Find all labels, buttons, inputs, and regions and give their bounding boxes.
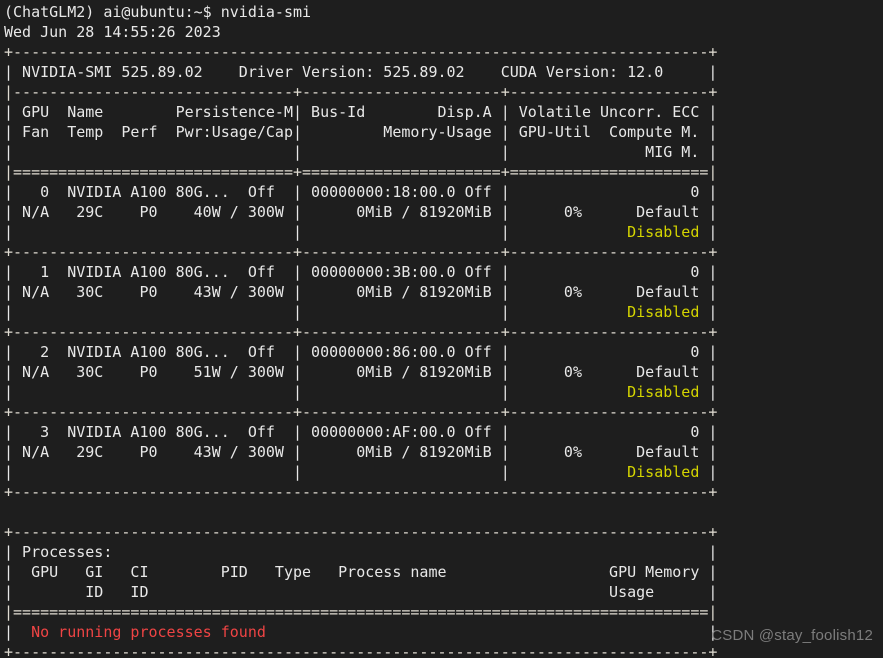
gpu-row-3-mig-suffix: |: [699, 463, 718, 481]
gpu-separator-1: +-------------------------------+-------…: [4, 323, 718, 341]
gpu-row-0-mig-prefix: | | |: [4, 223, 628, 241]
gpu-row-3-mig-status: Disabled: [627, 463, 700, 481]
gpu-row-1-line2: | N/A 30C P0 43W / 300W | 0MiB / 81920Mi…: [4, 283, 718, 301]
smi-header-mid-rule: |-------------------------------+-------…: [4, 83, 718, 101]
gpu-row-3-line1: | 3 NVIDIA A100 80G... Off | 00000000:AF…: [4, 423, 718, 441]
gpu-row-3-line3: | | | Disabled |: [4, 462, 883, 482]
gpu-row-2-line1: | 2 NVIDIA A100 80G... Off | 00000000:86…: [4, 343, 718, 361]
processes-empty-message: No running processes found: [31, 623, 266, 641]
smi-table-top-rule: +---------------------------------------…: [4, 43, 718, 61]
gpu-row-0-line3: | | | Disabled |: [4, 222, 883, 242]
processes-double-rule: |=======================================…: [4, 603, 718, 621]
gpu-separator-2: +-------------------------------+-------…: [4, 403, 718, 421]
gpu-row-3-mig-prefix: | | |: [4, 463, 628, 481]
gpu-row-3-line2: | N/A 29C P0 43W / 300W | 0MiB / 81920Mi…: [4, 443, 718, 461]
smi-column-header-row2: | Fan Temp Perf Pwr:Usage/Cap| Memory-Us…: [4, 123, 718, 141]
processes-table-bottom-rule: +---------------------------------------…: [4, 643, 718, 658]
gpu-row-1-line3: | | | Disabled |: [4, 302, 883, 322]
gpu-row-1-mig-suffix: |: [699, 303, 718, 321]
smi-header-double-rule: |===============================+=======…: [4, 163, 718, 181]
gpu-row-2-mig-status: Disabled: [627, 383, 700, 401]
shell-prompt-line: (ChatGLM2) ai@ubuntu:~$ nvidia-smi: [4, 3, 312, 21]
gpu-row-2-mig-prefix: | | |: [4, 383, 628, 401]
smi-column-header-row1: | GPU Name Persistence-M| Bus-Id Disp.A …: [4, 103, 718, 121]
gpu-row-2-mig-suffix: |: [699, 383, 718, 401]
processes-header-row2: | ID ID Usage |: [4, 583, 718, 601]
gpu-row-0-line2: | N/A 29C P0 40W / 300W | 0MiB / 81920Mi…: [4, 203, 718, 221]
smi-column-header-row3: | | | MIG M. |: [4, 143, 718, 161]
gpu-row-0-line1: | 0 NVIDIA A100 80G... Off | 00000000:18…: [4, 183, 718, 201]
processes-empty-row: | No running processes found |: [4, 622, 883, 642]
gpu-row-0-mig-suffix: |: [699, 223, 718, 241]
terminal-window: (ChatGLM2) ai@ubuntu:~$ nvidia-smi Wed J…: [0, 0, 883, 658]
gpu-row-2-line2: | N/A 30C P0 51W / 300W | 0MiB / 81920Mi…: [4, 363, 718, 381]
timestamp-line: Wed Jun 28 14:55:26 2023: [4, 23, 221, 41]
gpu-row-1-line1: | 1 NVIDIA A100 80G... Off | 00000000:3B…: [4, 263, 718, 281]
gpu-row-1-mig-status: Disabled: [627, 303, 700, 321]
gpu-row-0-mig-status: Disabled: [627, 223, 700, 241]
gpu-row-2-line3: | | | Disabled |: [4, 382, 883, 402]
processes-empty-prefix: |: [4, 623, 32, 641]
gpu-row-1-mig-prefix: | | |: [4, 303, 628, 321]
processes-title-line: | Processes: |: [4, 543, 718, 561]
processes-header-row1: | GPU GI CI PID Type Process name GPU Me…: [4, 563, 718, 581]
processes-table-top-rule: +---------------------------------------…: [4, 523, 718, 541]
smi-version-line: | NVIDIA-SMI 525.89.02 Driver Version: 5…: [4, 63, 718, 81]
processes-empty-suffix: |: [265, 623, 718, 641]
smi-table-bottom-rule: +---------------------------------------…: [4, 483, 718, 501]
gpu-separator-0: +-------------------------------+-------…: [4, 243, 718, 261]
